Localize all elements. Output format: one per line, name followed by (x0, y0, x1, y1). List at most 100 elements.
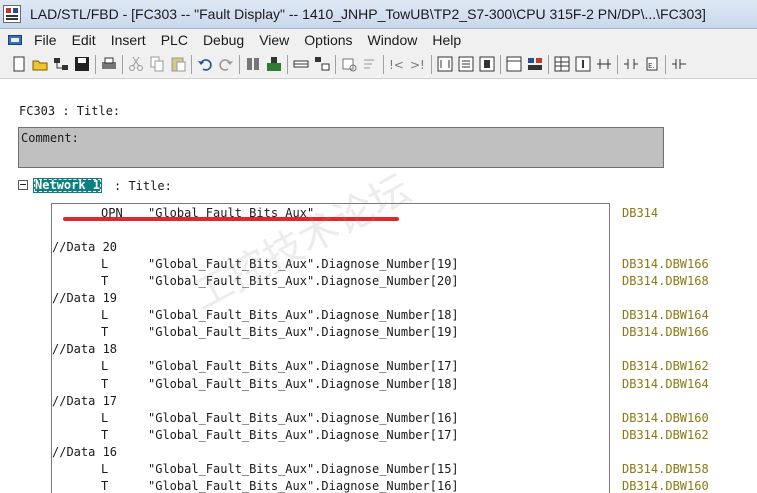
app-icon[interactable] (3, 5, 21, 23)
svg-text:E.: E. (648, 62, 655, 70)
code-comment[interactable]: //Data 16 (52, 445, 117, 460)
menu-bar: File Edit Insert PLC Debug View Options Window H… (0, 29, 757, 51)
box-icon[interactable]: E. (643, 55, 661, 73)
code-operation[interactable]: T (101, 428, 108, 443)
open-icon[interactable] (31, 55, 49, 73)
code-frame[interactable] (51, 203, 610, 493)
address-icon[interactable] (340, 55, 358, 73)
menu-options[interactable]: Options (304, 31, 352, 49)
code-comment[interactable]: //Data 20 (52, 240, 117, 255)
code-operand[interactable]: "Global_Fault_Bits_Aux".Diagnose_Number[… (148, 411, 459, 426)
code-operation[interactable]: L (101, 411, 108, 426)
menu-view[interactable]: View (259, 31, 289, 49)
info-icon[interactable] (574, 55, 592, 73)
toolbar-separator (122, 55, 123, 74)
comment-icon[interactable] (361, 55, 379, 73)
title-bar: LAD/STL/FBD - [FC303 -- "Fault Display" … (0, 0, 757, 29)
redo-icon[interactable] (217, 55, 235, 73)
code-operand[interactable]: "Global_Fault_Bits_Aux".Diagnose_Number[… (148, 274, 459, 289)
svg-text:>!: >! (410, 58, 425, 72)
toolbar-separator (191, 55, 192, 74)
code-operand[interactable]: "Global_Fault_Bits_Aux".Diagnose_Number[… (148, 257, 459, 272)
monitor-icon[interactable] (265, 55, 283, 73)
menu-debug[interactable]: Debug (203, 31, 244, 49)
code-operation[interactable]: L (101, 462, 108, 477)
absolute-address: DB314.DBW158 (622, 462, 709, 476)
symbol-icon[interactable] (526, 55, 544, 73)
copy-icon[interactable] (148, 55, 166, 73)
document-menu-icon[interactable] (8, 35, 22, 45)
absolute-address: DB314.DBW164 (622, 308, 709, 322)
code-operand[interactable]: "Global_Fault_Bits_Aux".Diagnose_Number[… (148, 377, 459, 392)
cut-icon[interactable] (127, 55, 145, 73)
block-comment-box[interactable]: Comment: (18, 127, 664, 168)
absolute-address: DB314.DBW168 (622, 274, 709, 288)
toolbar-separator (95, 55, 96, 74)
toolbar-separator (431, 55, 432, 74)
menu-insert[interactable]: Insert (111, 31, 146, 49)
branch-icon[interactable] (670, 55, 688, 73)
absolute-address: DB314.DBW160 (622, 411, 709, 425)
stl-icon[interactable] (457, 55, 475, 73)
window-title: LAD/STL/FBD - [FC303 -- "Fault Display" … (30, 6, 706, 22)
new-icon[interactable] (10, 55, 28, 73)
toolbar-separator (665, 55, 666, 74)
toolbar-separator (239, 55, 240, 74)
code-operand[interactable]: "Global_Fault_Bits_Aux".Diagnose_Number[… (148, 308, 459, 323)
network-collapse-icon[interactable] (18, 180, 28, 190)
jump-forward-icon[interactable]: >! (409, 55, 427, 73)
code-operation[interactable]: T (101, 274, 108, 289)
lad-icon[interactable] (436, 55, 454, 73)
paste-icon[interactable] (169, 55, 187, 73)
code-operand[interactable]: "Global_Fault_Bits_Aux".Diagnose_Number[… (148, 479, 459, 493)
code-operand[interactable]: "Global_Fault_Bits_Aux".Diagnose_Number[… (148, 325, 459, 340)
block-title[interactable]: FC303 : Title: (19, 104, 120, 118)
absolute-address: DB314.DBW164 (622, 377, 709, 391)
fbd-icon[interactable] (478, 55, 496, 73)
code-operation[interactable]: L (101, 359, 108, 374)
code-operation[interactable]: L (101, 257, 108, 272)
code-operand[interactable]: "Global_Fault_Bits_Aux".Diagnose_Number[… (148, 359, 459, 374)
menu-file[interactable]: File (34, 31, 57, 49)
code-comment[interactable]: //Data 18 (52, 342, 117, 357)
accessible-nodes-icon[interactable] (52, 55, 70, 73)
download-icon[interactable] (244, 55, 262, 73)
save-icon[interactable] (73, 55, 91, 73)
undo-icon[interactable] (196, 55, 214, 73)
absolute-address: DB314.DBW166 (622, 257, 709, 271)
network-title[interactable]: : Title: (114, 179, 172, 193)
code-comment[interactable]: //Data 19 (52, 291, 117, 306)
menu-plc[interactable]: PLC (161, 31, 188, 49)
svg-text:!<: !< (389, 58, 404, 72)
absolute-address: DB314.DBW160 (622, 479, 709, 493)
view-detail-icon[interactable] (505, 55, 523, 73)
table-icon[interactable] (553, 55, 571, 73)
toolbar: !< >! E. (0, 51, 757, 79)
menu-edit[interactable]: Edit (72, 31, 96, 49)
toolbar-separator (617, 55, 618, 74)
program-elements-icon[interactable] (313, 55, 331, 73)
menu-help[interactable]: Help (432, 31, 461, 49)
absolute-address: DB314.DBW166 (622, 325, 709, 339)
code-operation[interactable]: T (101, 479, 108, 493)
absolute-address: DB314.DBW162 (622, 428, 709, 442)
network-label[interactable]: Network 1 (33, 178, 103, 193)
network-insert-icon[interactable] (595, 55, 613, 73)
code-operation[interactable]: L (101, 308, 108, 323)
toolbar-separator (335, 55, 336, 74)
print-icon[interactable] (100, 55, 118, 73)
code-operation[interactable]: T (101, 377, 108, 392)
toolbar-separator (287, 55, 288, 74)
code-comment[interactable]: //Data 17 (52, 394, 117, 409)
overview-icon[interactable] (292, 55, 310, 73)
code-operation[interactable]: T (101, 325, 108, 340)
absolute-address: DB314.DBW162 (622, 359, 709, 373)
jump-back-icon[interactable]: !< (388, 55, 406, 73)
code-operand[interactable]: "Global_Fault_Bits_Aux".Diagnose_Number[… (148, 428, 459, 443)
code-operand[interactable]: "Global_Fault_Bits_Aux".Diagnose_Number[… (148, 462, 459, 477)
stl-editor[interactable]: FC303 : Title: Comment: Network 1 : Titl… (0, 80, 757, 493)
menu-window[interactable]: Window (368, 31, 418, 49)
contact-icon[interactable] (622, 55, 640, 73)
toolbar-separator (500, 55, 501, 74)
red-annotation-underline (63, 217, 399, 221)
